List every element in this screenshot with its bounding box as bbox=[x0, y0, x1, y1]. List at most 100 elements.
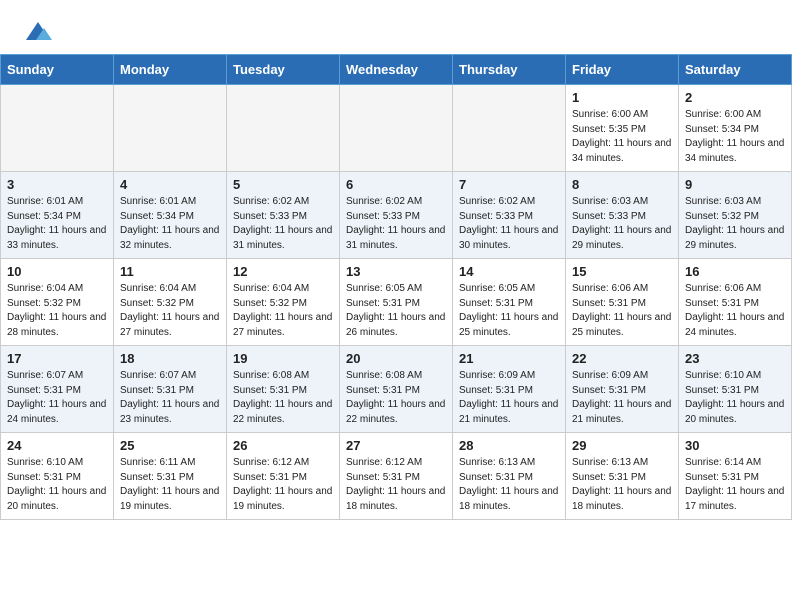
day-info: Sunrise: 6:05 AM Sunset: 5:31 PM Dayligh… bbox=[346, 282, 446, 340]
day-cell: 7 Sunrise: 6:02 AM Sunset: 5:33 PM Daylig… bbox=[453, 172, 566, 259]
day-number: 12 bbox=[233, 264, 333, 279]
day-info: Sunrise: 6:04 AM Sunset: 5:32 PM Dayligh… bbox=[120, 282, 220, 340]
logo-icon bbox=[24, 18, 52, 46]
day-info: Sunrise: 6:02 AM Sunset: 5:33 PM Dayligh… bbox=[233, 195, 333, 253]
day-cell: 19 Sunrise: 6:08 AM Sunset: 5:31 PM Dayli… bbox=[227, 346, 340, 433]
day-info: Sunrise: 6:08 AM Sunset: 5:31 PM Dayligh… bbox=[346, 369, 446, 427]
day-cell: 6 Sunrise: 6:02 AM Sunset: 5:33 PM Daylig… bbox=[340, 172, 453, 259]
day-info: Sunrise: 6:10 AM Sunset: 5:31 PM Dayligh… bbox=[685, 369, 785, 427]
day-cell: 17 Sunrise: 6:07 AM Sunset: 5:31 PM Dayli… bbox=[1, 346, 114, 433]
day-info: Sunrise: 6:02 AM Sunset: 5:33 PM Dayligh… bbox=[459, 195, 559, 253]
weekday-header-tuesday: Tuesday bbox=[227, 55, 340, 85]
day-info: Sunrise: 6:07 AM Sunset: 5:31 PM Dayligh… bbox=[120, 369, 220, 427]
page-header bbox=[0, 0, 792, 54]
day-cell: 22Sunrise: 6:09 AM Sunset: 5:31 PM Dayli… bbox=[566, 346, 679, 433]
day-cell: 9 Sunrise: 6:03 AM Sunset: 5:32 PM Daylig… bbox=[679, 172, 792, 259]
day-cell: 12Sunrise: 6:04 AM Sunset: 5:32 PM Dayli… bbox=[227, 259, 340, 346]
day-cell: 1 Sunrise: 6:00 AM Sunset: 5:35 PM Daylig… bbox=[566, 85, 679, 172]
day-cell: 21 Sunrise: 6:09 AM Sunset: 5:31 PM Dayli… bbox=[453, 346, 566, 433]
day-info: Sunrise: 6:03 AM Sunset: 5:33 PM Dayligh… bbox=[572, 195, 672, 253]
day-cell bbox=[1, 85, 114, 172]
day-number: 17 bbox=[7, 351, 107, 366]
day-cell: 25 Sunrise: 6:11 AM Sunset: 5:31 PM Dayli… bbox=[114, 433, 227, 520]
day-info: Sunrise: 6:08 AM Sunset: 5:31 PM Dayligh… bbox=[233, 369, 333, 427]
day-info: Sunrise: 6:00 AM Sunset: 5:35 PM Dayligh… bbox=[572, 108, 672, 166]
day-number: 20 bbox=[346, 351, 446, 366]
day-number: 28 bbox=[459, 438, 559, 453]
day-info: Sunrise: 6:00 AM Sunset: 5:34 PM Dayligh… bbox=[685, 108, 785, 166]
day-number: 2 bbox=[685, 90, 785, 105]
weekday-header-thursday: Thursday bbox=[453, 55, 566, 85]
day-info: Sunrise: 6:01 AM Sunset: 5:34 PM Dayligh… bbox=[120, 195, 220, 253]
day-number: 8 bbox=[572, 177, 672, 192]
day-cell: 24 Sunrise: 6:10 AM Sunset: 5:31 PM Dayli… bbox=[1, 433, 114, 520]
day-number: 19 bbox=[233, 351, 333, 366]
day-cell: 5 Sunrise: 6:02 AM Sunset: 5:33 PM Daylig… bbox=[227, 172, 340, 259]
day-number: 25 bbox=[120, 438, 220, 453]
day-info: Sunrise: 6:13 AM Sunset: 5:31 PM Dayligh… bbox=[459, 456, 559, 514]
day-info: Sunrise: 6:07 AM Sunset: 5:31 PM Dayligh… bbox=[7, 369, 107, 427]
week-row-5: 24 Sunrise: 6:10 AM Sunset: 5:31 PM Dayli… bbox=[1, 433, 792, 520]
day-cell bbox=[453, 85, 566, 172]
week-row-3: 10 Sunrise: 6:04 AM Sunset: 5:32 PM Dayli… bbox=[1, 259, 792, 346]
day-number: 10 bbox=[7, 264, 107, 279]
day-cell: 16 Sunrise: 6:06 AM Sunset: 5:31 PM Dayli… bbox=[679, 259, 792, 346]
day-number: 7 bbox=[459, 177, 559, 192]
day-cell: 2 Sunrise: 6:00 AM Sunset: 5:34 PM Daylig… bbox=[679, 85, 792, 172]
day-info: Sunrise: 6:05 AM Sunset: 5:31 PM Dayligh… bbox=[459, 282, 559, 340]
weekday-header-saturday: Saturday bbox=[679, 55, 792, 85]
day-cell: 30 Sunrise: 6:14 AM Sunset: 5:31 PM Dayli… bbox=[679, 433, 792, 520]
day-cell bbox=[227, 85, 340, 172]
day-info: Sunrise: 6:12 AM Sunset: 5:31 PM Dayligh… bbox=[233, 456, 333, 514]
day-cell: 28 Sunrise: 6:13 AM Sunset: 5:31 PM Dayli… bbox=[453, 433, 566, 520]
day-info: Sunrise: 6:14 AM Sunset: 5:31 PM Dayligh… bbox=[685, 456, 785, 514]
day-info: Sunrise: 6:11 AM Sunset: 5:31 PM Dayligh… bbox=[120, 456, 220, 514]
day-cell: 14 Sunrise: 6:05 AM Sunset: 5:31 PM Dayli… bbox=[453, 259, 566, 346]
day-number: 5 bbox=[233, 177, 333, 192]
day-info: Sunrise: 6:09 AM Sunset: 5:31 PM Dayligh… bbox=[459, 369, 559, 427]
week-row-2: 3 Sunrise: 6:01 AM Sunset: 5:34 PM Daylig… bbox=[1, 172, 792, 259]
day-info: Sunrise: 6:06 AM Sunset: 5:31 PM Dayligh… bbox=[572, 282, 672, 340]
day-number: 1 bbox=[572, 90, 672, 105]
calendar-table: SundayMondayTuesdayWednesdayThursdayFrid… bbox=[0, 54, 792, 520]
day-cell: 29 Sunrise: 6:13 AM Sunset: 5:31 PM Dayli… bbox=[566, 433, 679, 520]
day-info: Sunrise: 6:13 AM Sunset: 5:31 PM Dayligh… bbox=[572, 456, 672, 514]
day-info: Sunrise: 6:12 AM Sunset: 5:31 PM Dayligh… bbox=[346, 456, 446, 514]
day-cell: 13 Sunrise: 6:05 AM Sunset: 5:31 PM Dayli… bbox=[340, 259, 453, 346]
day-number: 24 bbox=[7, 438, 107, 453]
weekday-header-row: SundayMondayTuesdayWednesdayThursdayFrid… bbox=[1, 55, 792, 85]
day-info: Sunrise: 6:02 AM Sunset: 5:33 PM Dayligh… bbox=[346, 195, 446, 253]
day-number: 30 bbox=[685, 438, 785, 453]
day-number: 23 bbox=[685, 351, 785, 366]
day-cell: 10 Sunrise: 6:04 AM Sunset: 5:32 PM Dayli… bbox=[1, 259, 114, 346]
day-number: 16 bbox=[685, 264, 785, 279]
week-row-4: 17 Sunrise: 6:07 AM Sunset: 5:31 PM Dayli… bbox=[1, 346, 792, 433]
day-cell: 26 Sunrise: 6:12 AM Sunset: 5:31 PM Dayli… bbox=[227, 433, 340, 520]
day-cell: 27 Sunrise: 6:12 AM Sunset: 5:31 PM Dayli… bbox=[340, 433, 453, 520]
day-number: 6 bbox=[346, 177, 446, 192]
weekday-header-friday: Friday bbox=[566, 55, 679, 85]
day-number: 21 bbox=[459, 351, 559, 366]
day-info: Sunrise: 6:03 AM Sunset: 5:32 PM Dayligh… bbox=[685, 195, 785, 253]
day-info: Sunrise: 6:10 AM Sunset: 5:31 PM Dayligh… bbox=[7, 456, 107, 514]
day-number: 14 bbox=[459, 264, 559, 279]
logo bbox=[24, 18, 56, 46]
day-cell: 3Sunrise: 6:01 AM Sunset: 5:34 PM Daylig… bbox=[1, 172, 114, 259]
day-info: Sunrise: 6:06 AM Sunset: 5:31 PM Dayligh… bbox=[685, 282, 785, 340]
week-row-1: 1 Sunrise: 6:00 AM Sunset: 5:35 PM Daylig… bbox=[1, 85, 792, 172]
day-number: 11 bbox=[120, 264, 220, 279]
weekday-header-sunday: Sunday bbox=[1, 55, 114, 85]
day-number: 9 bbox=[685, 177, 785, 192]
day-number: 18 bbox=[120, 351, 220, 366]
day-number: 4 bbox=[120, 177, 220, 192]
day-cell: 23 Sunrise: 6:10 AM Sunset: 5:31 PM Dayli… bbox=[679, 346, 792, 433]
day-number: 27 bbox=[346, 438, 446, 453]
day-cell bbox=[340, 85, 453, 172]
day-cell: 15Sunrise: 6:06 AM Sunset: 5:31 PM Dayli… bbox=[566, 259, 679, 346]
day-number: 13 bbox=[346, 264, 446, 279]
day-number: 3 bbox=[7, 177, 107, 192]
day-info: Sunrise: 6:04 AM Sunset: 5:32 PM Dayligh… bbox=[7, 282, 107, 340]
day-number: 29 bbox=[572, 438, 672, 453]
day-number: 26 bbox=[233, 438, 333, 453]
day-cell bbox=[114, 85, 227, 172]
